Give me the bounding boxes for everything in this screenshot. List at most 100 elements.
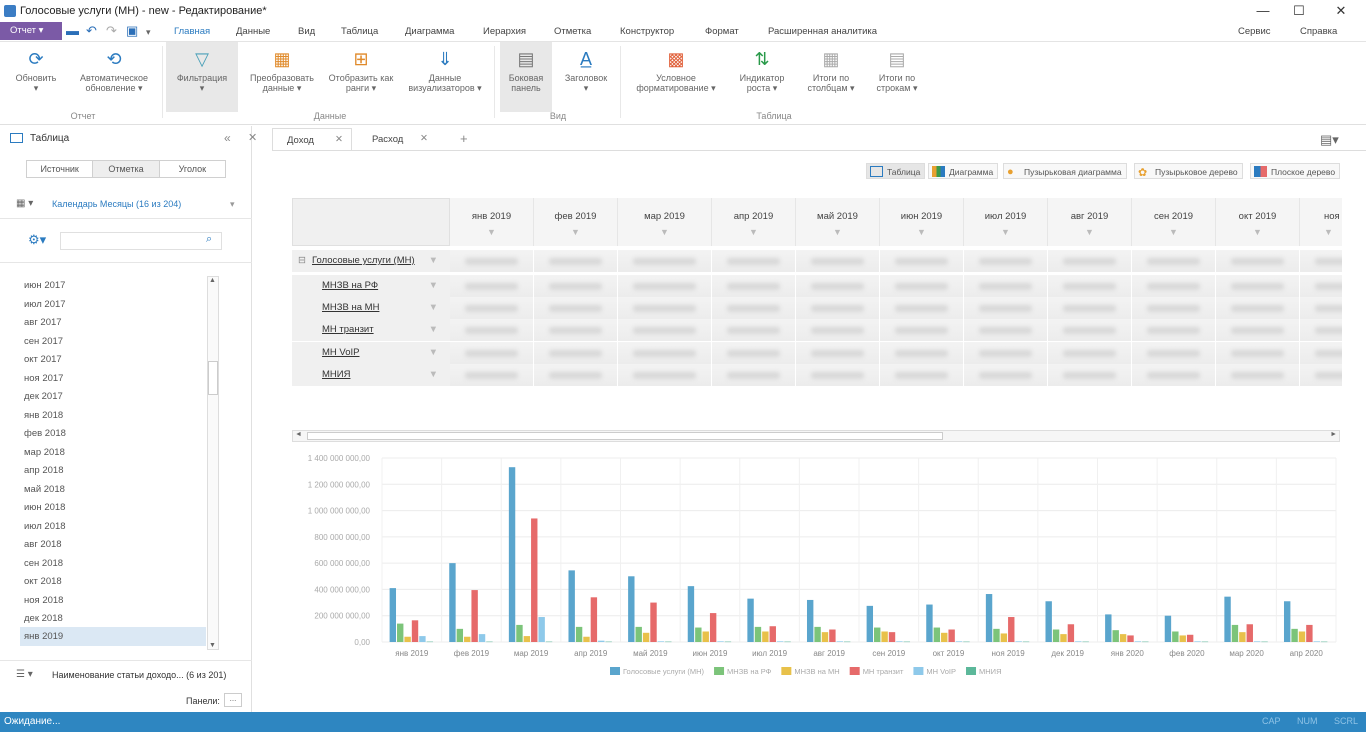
- table-cell[interactable]: [1216, 297, 1299, 319]
- tab-mark[interactable]: Отметка: [93, 161, 160, 177]
- menu-home[interactable]: Главная: [174, 26, 210, 37]
- table-cell[interactable]: [964, 364, 1047, 386]
- column-totals-button[interactable]: ▦ Итоги по столбцам ▾: [800, 42, 862, 112]
- list-item[interactable]: июл 2017: [24, 299, 66, 310]
- filter-icon[interactable]: ▼: [1132, 227, 1215, 237]
- list-item[interactable]: апр 2018: [24, 465, 63, 476]
- rank-button[interactable]: ⊞ Отобразить как ранги ▾: [324, 42, 398, 112]
- table-cell[interactable]: [1048, 275, 1131, 297]
- table-cell[interactable]: [796, 319, 879, 341]
- filter-icon[interactable]: ▼: [429, 347, 438, 358]
- tab-source[interactable]: Источник: [27, 161, 94, 177]
- table-cell[interactable]: [618, 319, 711, 341]
- row-header[interactable]: МНЗВ на РФ ▼: [292, 275, 450, 297]
- table-cell[interactable]: [534, 342, 617, 364]
- table-cell[interactable]: [796, 364, 879, 386]
- table-cell[interactable]: [450, 275, 533, 297]
- row-header-label[interactable]: МН транзит: [322, 324, 374, 335]
- column-header[interactable]: сен 2019 ▼: [1132, 198, 1216, 246]
- table-cell[interactable]: [1216, 275, 1299, 297]
- dimension2-menu-icon[interactable]: ☰ ▾: [16, 669, 33, 680]
- filter-icon[interactable]: ▼: [880, 227, 963, 237]
- tab-corner[interactable]: Уголок: [160, 161, 225, 177]
- view-chart-button[interactable]: Диаграмма: [928, 163, 999, 179]
- filter-icon[interactable]: ▼: [429, 255, 438, 266]
- title-button[interactable]: A̲ Заголовок ▾: [558, 42, 614, 112]
- tab-expense[interactable]: Расход ✕: [358, 128, 438, 150]
- view-table-button[interactable]: Таблица: [866, 163, 926, 179]
- table-cell[interactable]: [880, 297, 963, 319]
- column-header[interactable]: апр 2019 ▼: [712, 198, 796, 246]
- close-window-button[interactable]: ✕: [1330, 3, 1352, 19]
- view-flat-tree-button[interactable]: Плоское дерево: [1250, 163, 1341, 179]
- auto-refresh-button[interactable]: ⟲ Автоматическое обновление ▾: [72, 42, 156, 112]
- table-cell[interactable]: [450, 297, 533, 319]
- scroll-left-icon[interactable]: ◄: [295, 431, 302, 438]
- row-header-label[interactable]: МНЗВ на РФ: [322, 280, 378, 291]
- maximize-button[interactable]: ☐: [1288, 3, 1310, 19]
- list-item[interactable]: янв 2018: [24, 410, 63, 421]
- list-item[interactable]: сен 2017: [24, 336, 63, 347]
- close-tab-icon[interactable]: ✕: [335, 134, 343, 145]
- collapse-row-icon[interactable]: ⊟: [298, 255, 306, 266]
- list-item[interactable]: ноя 2017: [24, 373, 63, 384]
- column-header[interactable]: авг 2019 ▼: [1048, 198, 1132, 246]
- filter-icon[interactable]: ▼: [450, 227, 533, 237]
- column-header[interactable]: июл 2019 ▼: [964, 198, 1048, 246]
- table-cell[interactable]: [1300, 297, 1342, 319]
- table-cell[interactable]: [1300, 275, 1342, 297]
- dimension-article[interactable]: Наименование статьи доходо... (6 из 201): [52, 670, 226, 680]
- scroll-thumb[interactable]: [208, 361, 218, 395]
- table-cell[interactable]: [964, 297, 1047, 319]
- scroll-thumb[interactable]: [307, 432, 943, 440]
- row-header[interactable]: МНИЯ ▼: [292, 364, 450, 386]
- menu-service[interactable]: Сервис: [1238, 26, 1271, 37]
- refresh-button[interactable]: ⟳ Обновить ▾: [6, 42, 66, 112]
- menu-chart[interactable]: Диаграмма: [405, 26, 454, 37]
- row-header-label[interactable]: МНЗВ на МН: [322, 302, 379, 313]
- table-cell[interactable]: [1216, 250, 1299, 272]
- close-tab-icon[interactable]: ✕: [420, 133, 428, 144]
- table-cell[interactable]: [964, 250, 1047, 272]
- column-header[interactable]: ноя 2 ▼: [1300, 198, 1342, 246]
- list-item[interactable]: дек 2017: [24, 391, 63, 402]
- redo-icon[interactable]: ↷: [106, 23, 117, 39]
- table-cell[interactable]: [1216, 319, 1299, 341]
- list-item-selected[interactable]: янв 2019: [24, 631, 63, 642]
- filter-icon[interactable]: ▼: [618, 227, 711, 237]
- vertical-scrollbar[interactable]: ▲ ▼: [207, 276, 219, 650]
- table-cell[interactable]: [712, 319, 795, 341]
- table-cell[interactable]: [712, 342, 795, 364]
- table-cell[interactable]: [1048, 250, 1131, 272]
- tab-income[interactable]: Доход ✕: [272, 128, 352, 150]
- table-cell[interactable]: [712, 364, 795, 386]
- table-cell[interactable]: [964, 275, 1047, 297]
- filter-icon[interactable]: ▼: [429, 280, 438, 291]
- filter-icon[interactable]: ▼: [429, 324, 438, 335]
- side-panel-button[interactable]: ▤ Боковая панель: [500, 42, 552, 112]
- table-cell[interactable]: [1216, 364, 1299, 386]
- table-cell[interactable]: [618, 297, 711, 319]
- table-cell[interactable]: [1132, 364, 1215, 386]
- row-totals-button[interactable]: ▤ Итоги по строкам ▾: [868, 42, 926, 112]
- menu-advanced-analytics[interactable]: Расширенная аналитика: [768, 26, 877, 37]
- list-item[interactable]: окт 2018: [24, 576, 62, 587]
- row-header-label[interactable]: Голосовые услуги (МН): [312, 255, 415, 266]
- table-cell[interactable]: [796, 297, 879, 319]
- menu-data[interactable]: Данные: [236, 26, 270, 37]
- table-cell[interactable]: [618, 250, 711, 272]
- filter-icon[interactable]: ▼: [1216, 227, 1299, 237]
- table-cell[interactable]: [1132, 250, 1215, 272]
- menu-view[interactable]: Вид: [298, 26, 315, 37]
- panels-button[interactable]: ...: [224, 693, 242, 707]
- table-cell[interactable]: [450, 364, 533, 386]
- report-menu-button[interactable]: Отчет ▾: [0, 22, 62, 40]
- table-cell[interactable]: [880, 250, 963, 272]
- table-cell[interactable]: [534, 250, 617, 272]
- list-item[interactable]: июн 2018: [24, 502, 65, 513]
- row-header-label[interactable]: МНИЯ: [322, 369, 350, 380]
- dimension-dropdown-icon[interactable]: ▾: [230, 199, 235, 210]
- list-item[interactable]: ноя 2018: [24, 595, 63, 606]
- column-header[interactable]: янв 2019 ▼: [450, 198, 534, 246]
- menu-format[interactable]: Формат: [705, 26, 739, 37]
